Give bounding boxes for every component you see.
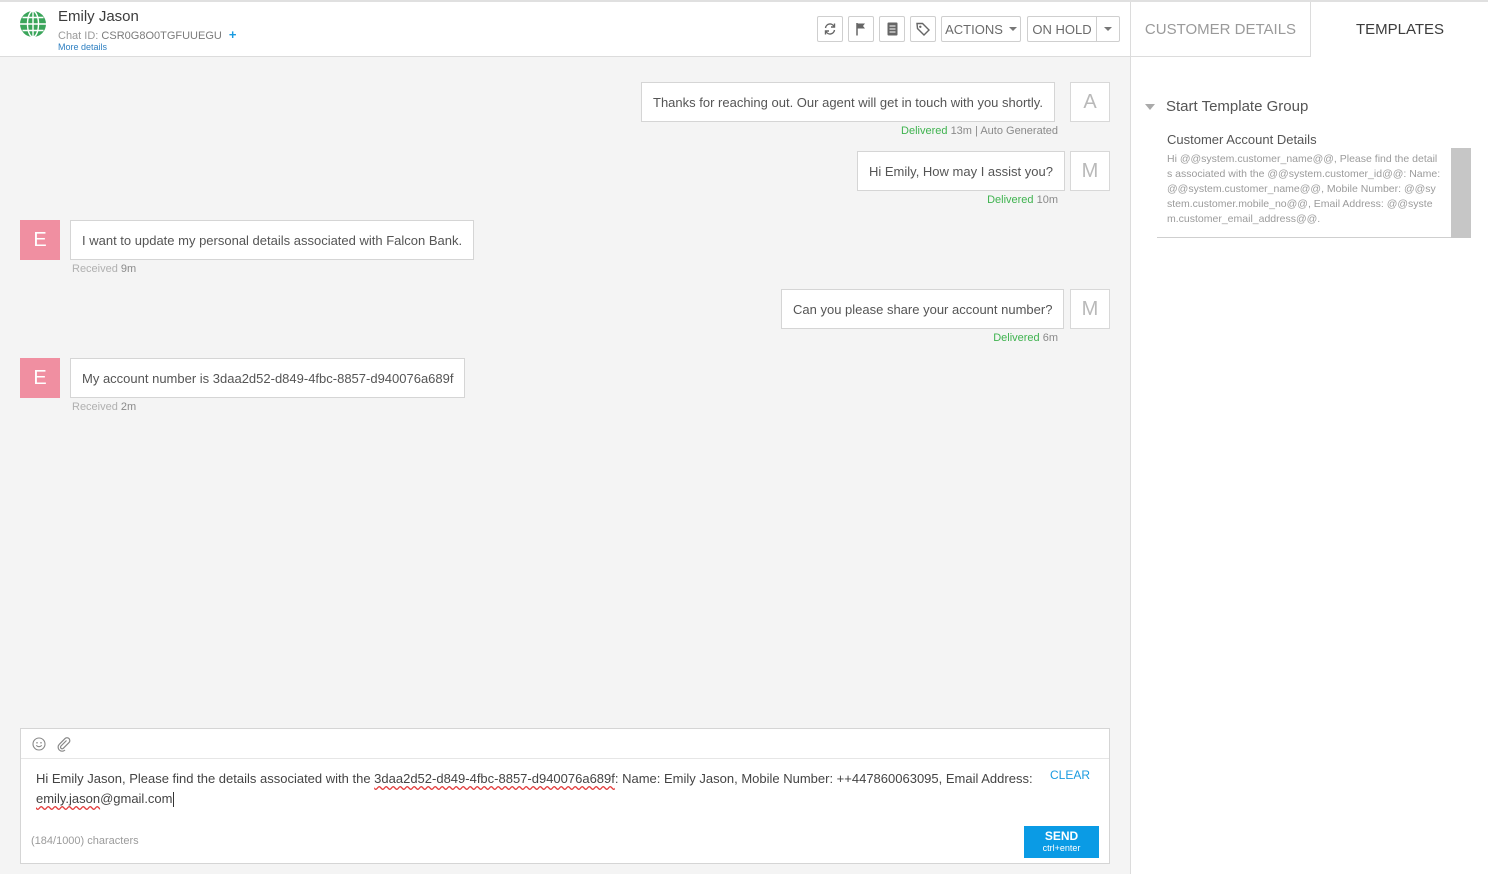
customer-name: Emily Jason — [58, 8, 139, 25]
actions-label: ACTIONS — [945, 21, 1003, 37]
message-bubble: I want to update my personal details ass… — [70, 220, 475, 260]
refresh-button[interactable] — [817, 16, 843, 42]
message-meta: Delivered 6m — [993, 332, 1058, 344]
composer-text-part: Hi Emily Jason, Please find the details … — [36, 771, 375, 786]
template-group-name: Start Template Group — [1166, 98, 1309, 115]
message-text: I want to update my personal details ass… — [82, 232, 463, 248]
tab-customer-details[interactable]: CUSTOMER DETAILS — [1131, 2, 1311, 57]
flag-button[interactable] — [848, 16, 874, 42]
composer-account-id: 3daa2d52-d849-4fbc-8857-d940076a689f — [374, 771, 615, 786]
message-time: 10m — [1036, 194, 1058, 206]
status-label: ON HOLD — [1032, 21, 1092, 37]
clear-button[interactable]: CLEAR — [1050, 768, 1090, 782]
message-meta: Received 9m — [72, 263, 136, 275]
template-group-header[interactable]: Start Template Group — [1145, 98, 1308, 115]
side-panel: CUSTOMER DETAILS TEMPLATES Start Templat… — [1130, 2, 1488, 874]
globe-icon — [20, 10, 46, 38]
composer-text-part: : Name: Emily Jason, Mobile Number: ++44… — [614, 771, 1033, 786]
chat-id-label: Chat ID: — [58, 30, 99, 42]
flag-icon — [856, 23, 865, 36]
add-button[interactable]: + — [229, 27, 237, 42]
message-text: Hi Emily, How may I assist you? — [869, 163, 1053, 179]
message-status: Received — [72, 263, 118, 275]
message-input[interactable]: Hi Emily Jason, Please find the details … — [36, 769, 1036, 809]
message-time: 9m — [120, 263, 137, 275]
notes-button[interactable] — [879, 16, 905, 42]
refresh-icon — [824, 23, 836, 35]
chat-header: Emily Jason Chat ID: CSR0G8O0TGFUUEGU + … — [0, 2, 1131, 57]
chat-id: Chat ID: CSR0G8O0TGFUUEGU + — [58, 27, 237, 42]
chevron-down-icon — [1104, 27, 1112, 31]
template-title: Customer Account Details — [1167, 132, 1317, 147]
message-meta: Delivered 13m | Auto Generated — [901, 125, 1058, 137]
customer-avatar: E — [20, 220, 60, 260]
send-shortcut-hint: ctrl+enter — [1042, 843, 1081, 853]
message-time: 13m | Auto Generated — [950, 125, 1058, 137]
chevron-down-icon — [1008, 27, 1017, 31]
status-button[interactable]: ON HOLD — [1027, 16, 1097, 42]
message-time: 6m — [1042, 332, 1058, 344]
attachment-icon[interactable] — [56, 736, 72, 752]
message-status: Received — [72, 401, 118, 413]
agent-avatar: M — [1070, 289, 1110, 329]
composer-email-domain: @gmail.com — [100, 791, 173, 806]
tag-button[interactable] — [910, 16, 936, 42]
tag-icon — [916, 22, 930, 36]
message-composer: Hi Emily Jason, Please find the details … — [20, 728, 1110, 864]
template-card[interactable]: Customer Account Details Hi @@system.cus… — [1157, 132, 1471, 238]
message-text: Can you please share your account number… — [793, 301, 1053, 317]
template-scrollbar[interactable] — [1451, 148, 1471, 238]
composer-toolbar — [21, 729, 1109, 759]
message-bubble: Thanks for reaching out. Our agent will … — [641, 82, 1055, 122]
composer-email-user: emily.jason — [36, 791, 101, 806]
message-bubble: Can you please share your account number… — [781, 289, 1065, 329]
chat-id-value: CSR0G8O0TGFUUEGU — [101, 30, 222, 42]
agent-avatar: A — [1070, 82, 1110, 122]
message-text: Thanks for reaching out. Our agent will … — [653, 94, 1043, 110]
agent-avatar: M — [1070, 151, 1110, 191]
message-time: 2m — [120, 401, 137, 413]
template-body: Hi @@system.customer_name@@, Please find… — [1167, 153, 1441, 225]
message-bubble: My account number is 3daa2d52-d849-4fbc-… — [70, 358, 466, 398]
message-status: Delivered — [993, 332, 1040, 344]
tab-templates[interactable]: TEMPLATES — [1311, 2, 1488, 57]
customer-avatar: E — [20, 358, 60, 398]
message-text: My account number is 3daa2d52-d849-4fbc-… — [82, 370, 454, 386]
text-cursor — [172, 792, 174, 808]
more-details-link[interactable]: More details — [58, 42, 107, 52]
send-button[interactable]: SEND ctrl+enter — [1024, 826, 1099, 858]
send-label: SEND — [1044, 829, 1079, 843]
message-meta: Delivered 10m — [987, 194, 1058, 206]
message-meta: Received 2m — [72, 401, 136, 413]
actions-dropdown[interactable]: ACTIONS — [941, 16, 1021, 42]
message-bubble: Hi Emily, How may I assist you? — [857, 151, 1065, 191]
message-status: Delivered — [987, 194, 1034, 206]
status-dropdown-toggle[interactable] — [1096, 16, 1120, 42]
caret-down-icon — [1145, 103, 1155, 110]
character-count: (184/1000) characters — [31, 835, 139, 847]
message-status: Delivered — [901, 125, 948, 137]
document-icon — [887, 22, 897, 36]
emoji-icon[interactable] — [31, 736, 47, 752]
chat-app: Emily Jason Chat ID: CSR0G8O0TGFUUEGU + … — [0, 0, 1488, 874]
